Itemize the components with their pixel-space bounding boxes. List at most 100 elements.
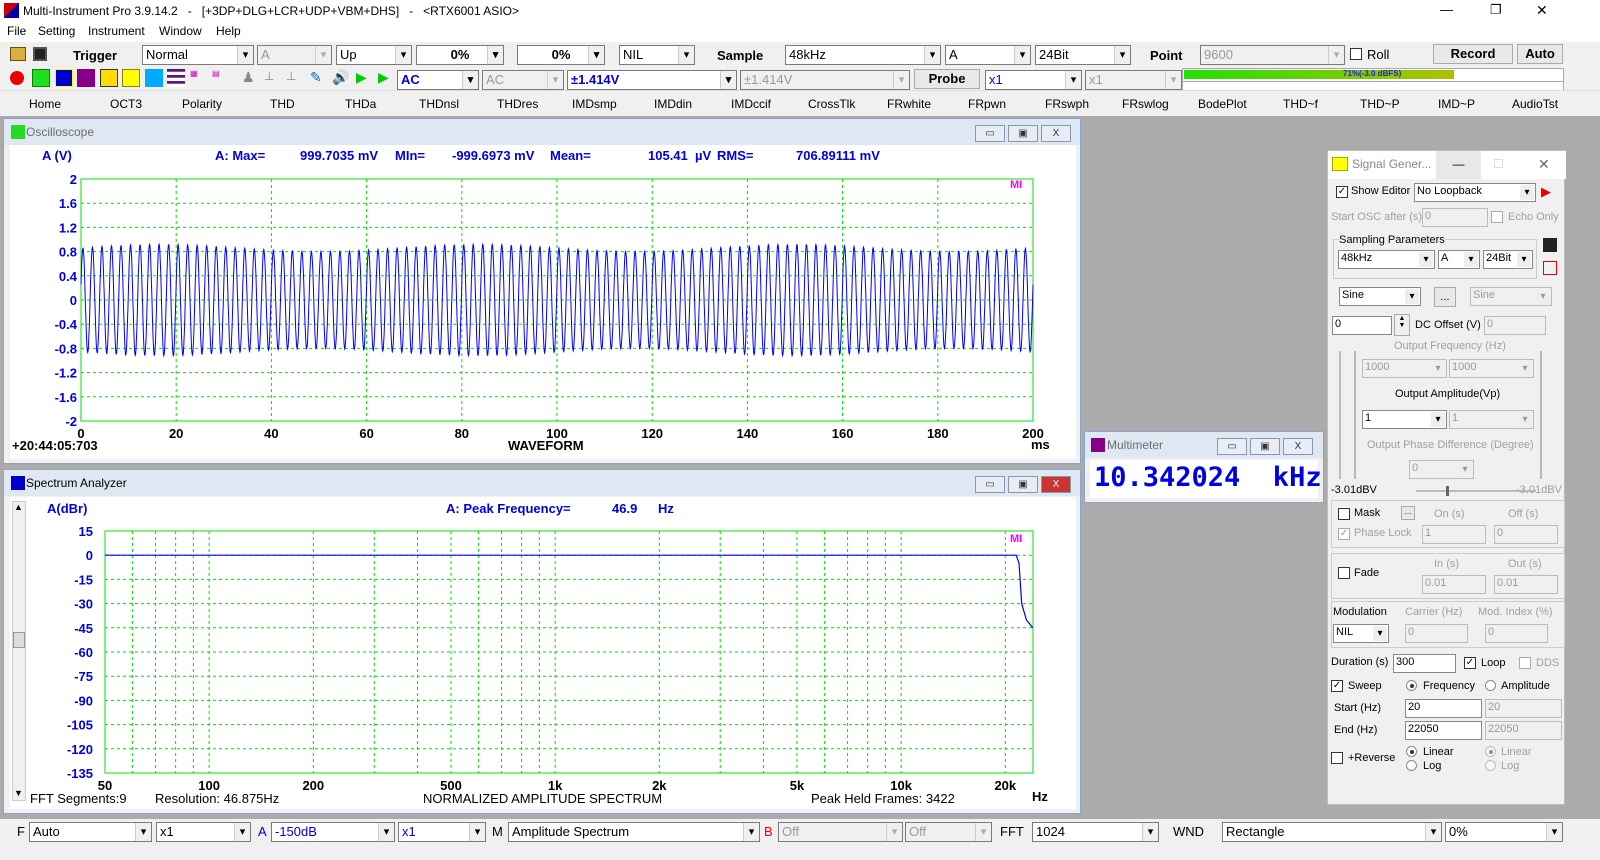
fade-out-input[interactable]: 0.01 <box>1494 575 1558 594</box>
mask-options-button[interactable]: ... <box>1401 506 1415 520</box>
level-a-slider[interactable] <box>1339 351 1341 479</box>
play-icon[interactable]: ▶ <box>1541 184 1551 200</box>
reverse-checkbox[interactable] <box>1331 752 1343 764</box>
minimize-button[interactable]: ▭ <box>975 476 1005 493</box>
tab-oct3[interactable]: OCT3 <box>110 97 142 111</box>
trigger-level-stepper[interactable]: 0% <box>416 45 504 65</box>
trigger-extra-select[interactable]: NIL <box>619 45 695 65</box>
phase-select[interactable]: 0 <box>1409 460 1474 479</box>
amplitude-b-select[interactable]: 1 <box>1449 410 1534 429</box>
dc-offset-a-input[interactable]: 0 <box>1332 316 1392 335</box>
probe-icon[interactable]: ♟ <box>242 69 260 87</box>
record-button[interactable]: Record <box>1433 44 1513 64</box>
probe-b-select[interactable]: x1 <box>1085 70 1182 90</box>
window-function-select[interactable]: Rectangle <box>1222 822 1442 842</box>
menu-help[interactable]: Help <box>216 24 241 38</box>
log-b-radio[interactable] <box>1485 760 1496 771</box>
tab-thda[interactable]: THDa <box>345 97 376 111</box>
a-range-select[interactable]: -150dB <box>271 822 395 842</box>
modulation-select[interactable]: NIL <box>1333 624 1389 643</box>
cursor-b-icon[interactable]: ⊥ <box>286 69 304 87</box>
probe-a-select[interactable]: x1 <box>985 70 1082 90</box>
tab-imdp[interactable]: IMD~P <box>1438 97 1475 111</box>
overlap-select[interactable]: 0% <box>1445 822 1563 842</box>
dut-icon[interactable] <box>145 69 163 87</box>
level-b-slider[interactable] <box>1540 351 1542 479</box>
carrier-input[interactable]: 0 <box>1405 624 1468 643</box>
roll-checkbox[interactable] <box>1350 48 1362 60</box>
minimize-button[interactable]: — <box>1436 151 1481 179</box>
record-icon[interactable] <box>10 71 24 85</box>
a-multiplier-select[interactable]: x1 <box>398 822 486 842</box>
trigger-mode-select[interactable]: Normal <box>142 45 254 65</box>
close-button[interactable]: X <box>1041 476 1071 493</box>
close-button[interactable]: ✕ <box>1536 2 1548 19</box>
maximize-button[interactable]: ▣ <box>1250 438 1280 455</box>
echo-only-checkbox[interactable] <box>1491 211 1503 223</box>
range-a-select[interactable]: ±1.414V <box>567 70 737 90</box>
fade-checkbox[interactable] <box>1338 567 1350 579</box>
tab-thdres[interactable]: THDres <box>497 97 538 111</box>
frequency-a-select[interactable]: 1000 <box>1362 359 1447 378</box>
minimize-button[interactable]: ▭ <box>1217 438 1247 455</box>
fade-in-input[interactable]: 0.01 <box>1422 575 1486 594</box>
restore-button[interactable]: ❐ <box>1490 2 1502 18</box>
show-editor-checkbox[interactable]: ✓ <box>1336 186 1348 198</box>
sweep-start-a-input[interactable]: 20 <box>1405 699 1482 718</box>
play-icon[interactable]: ▶ <box>356 69 374 87</box>
sweep-amplitude-radio[interactable] <box>1485 680 1496 691</box>
siggen-bits-select[interactable]: 24Bit <box>1483 250 1533 269</box>
linear-b-radio[interactable] <box>1485 746 1496 757</box>
menu-instrument[interactable]: Instrument <box>88 24 145 38</box>
level-a-slider-2[interactable] <box>1354 351 1356 479</box>
waveform-a-select[interactable]: Sine <box>1339 287 1421 306</box>
speaker-icon[interactable]: 🔊 <box>332 69 350 87</box>
cursor-a-icon[interactable]: ⊥ <box>264 69 282 87</box>
dds-checkbox[interactable] <box>1519 657 1531 669</box>
trigger-edge-select[interactable]: Up <box>336 45 412 65</box>
log-a-radio[interactable] <box>1406 760 1417 771</box>
mod-index-input[interactable]: 0 <box>1485 624 1548 643</box>
coupling-a-select[interactable]: AC <box>397 70 479 90</box>
f-multiplier-select[interactable]: x1 <box>156 822 251 842</box>
sweep-end-a-input[interactable]: 22050 <box>1405 721 1482 740</box>
mode-select[interactable]: Amplitude Spectrum <box>508 822 760 842</box>
minimize-button[interactable]: ▭ <box>975 125 1005 142</box>
multi-signal-icon[interactable] <box>167 69 185 87</box>
spectrum-analyzer-icon[interactable] <box>55 69 73 87</box>
tab-imdsmp[interactable]: IMDsmp <box>572 97 617 111</box>
tab-thdf[interactable]: THD~f <box>1283 97 1318 111</box>
b-range-select[interactable]: Off <box>778 822 903 842</box>
sweep-frequency-radio[interactable] <box>1406 680 1417 691</box>
auto-button[interactable]: Auto <box>1517 44 1563 64</box>
linear-a-radio[interactable] <box>1406 746 1417 757</box>
trigger-channel-select[interactable]: A <box>257 45 332 65</box>
bit-depth-select[interactable]: 24Bit <box>1035 45 1131 65</box>
coupling-b-select[interactable]: AC <box>482 70 564 90</box>
tab-imdccif[interactable]: IMDccif <box>731 97 771 111</box>
calibration-icon[interactable]: ✎ <box>310 69 328 87</box>
chart-recorder-icon[interactable] <box>100 69 118 87</box>
save-icon[interactable] <box>33 47 47 61</box>
siggen-channel-select[interactable]: A <box>1438 250 1480 269</box>
mask-checkbox[interactable] <box>1338 508 1350 520</box>
dc-offset-stepper[interactable]: ▲ ▼ <box>1394 314 1410 336</box>
dc-offset-b-input[interactable]: 0 <box>1484 316 1546 335</box>
close-button[interactable]: X <box>1283 438 1313 455</box>
play-once-icon[interactable]: ▶ <box>378 69 396 87</box>
amplitude-a-select[interactable]: 1 <box>1362 410 1447 429</box>
tab-polarity[interactable]: Polarity <box>182 97 222 111</box>
open-icon[interactable] <box>10 47 26 61</box>
waveform-options-button[interactable]: ... <box>1434 287 1456 307</box>
frequency-axis-select[interactable]: Auto <box>29 822 152 842</box>
tab-thdnsl[interactable]: THDnsl <box>419 97 459 111</box>
waveform-b-select[interactable]: Sine <box>1470 287 1552 306</box>
tab-crosstlk[interactable]: CrossTlk <box>808 97 855 111</box>
tab-thdp[interactable]: THD~P <box>1360 97 1400 111</box>
mask-off-input[interactable]: 0 <box>1494 525 1558 544</box>
duration-input[interactable]: 300 <box>1393 654 1456 673</box>
siggen-rate-select[interactable]: 48kHz <box>1338 250 1435 269</box>
loopback-select[interactable]: No Loopback <box>1414 183 1536 202</box>
trigger-delay-stepper[interactable]: 0% <box>517 45 605 65</box>
mask-on-input[interactable]: 1 <box>1422 525 1486 544</box>
